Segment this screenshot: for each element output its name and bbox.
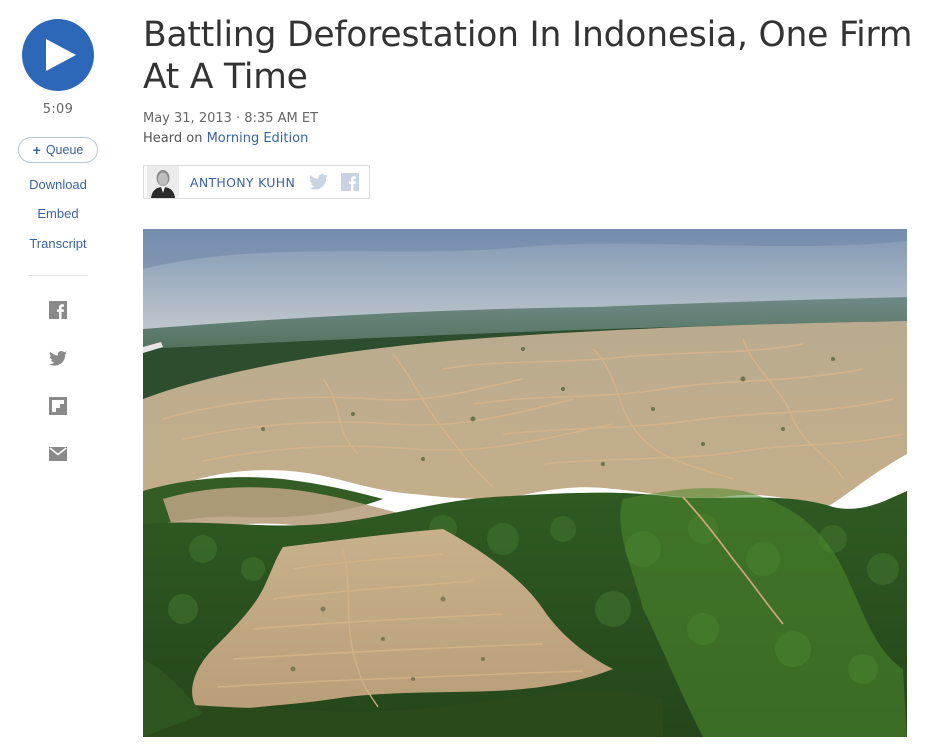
play-icon xyxy=(46,39,76,71)
author-facebook-button[interactable] xyxy=(340,172,360,192)
twitter-icon xyxy=(49,350,67,366)
author-avatar[interactable] xyxy=(147,166,179,198)
article-hero-image xyxy=(143,229,907,737)
download-link[interactable]: Download xyxy=(0,177,116,192)
audio-duration: 5:09 xyxy=(42,102,74,117)
email-icon xyxy=(49,447,67,461)
plus-icon: + xyxy=(32,142,41,158)
byline: ANTHONY KUHN xyxy=(143,165,370,199)
facebook-icon xyxy=(341,173,360,191)
article-dateline: May 31, 2013 · 8:35 AM ET xyxy=(143,111,319,126)
author-name[interactable]: ANTHONY KUHN xyxy=(190,175,295,190)
twitter-icon xyxy=(308,174,328,190)
heard-on-line: Heard on Morning Edition xyxy=(143,131,308,146)
facebook-icon xyxy=(49,301,67,319)
play-button[interactable] xyxy=(22,19,94,91)
queue-label: Queue xyxy=(45,143,84,157)
heard-on-prefix: Heard on xyxy=(143,131,203,146)
author-portrait-icon xyxy=(147,166,179,198)
flipboard-share-button[interactable] xyxy=(48,396,68,416)
facebook-share-button[interactable] xyxy=(48,300,68,320)
flipboard-icon xyxy=(49,397,67,415)
author-twitter-button[interactable] xyxy=(308,172,328,192)
email-share-button[interactable] xyxy=(48,444,68,464)
transcript-link[interactable]: Transcript xyxy=(0,236,116,251)
rail-divider xyxy=(28,275,88,276)
article-title: Battling Deforestation In Indonesia, One… xyxy=(143,15,913,97)
twitter-share-button[interactable] xyxy=(48,348,68,368)
audio-player-rail: 5:09 + Queue Download Embed Transcript xyxy=(0,0,116,751)
program-link[interactable]: Morning Edition xyxy=(207,131,309,146)
embed-link[interactable]: Embed xyxy=(0,206,116,221)
queue-button[interactable]: + Queue xyxy=(18,137,98,163)
